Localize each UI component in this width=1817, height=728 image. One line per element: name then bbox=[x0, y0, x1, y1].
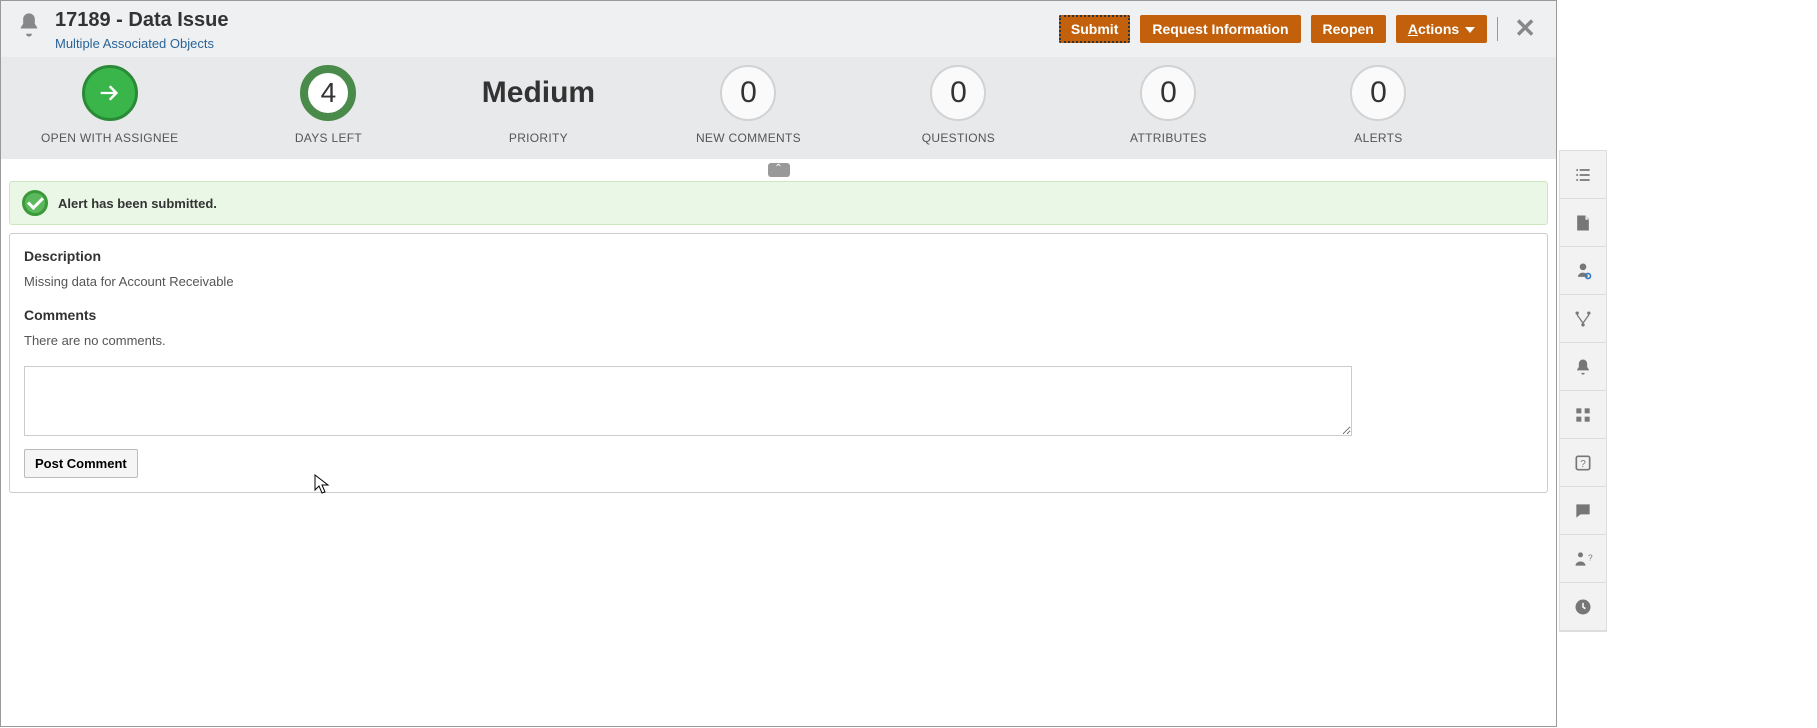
rail-doc-info-icon[interactable] bbox=[1560, 199, 1606, 247]
rail-assign-icon[interactable] bbox=[1560, 247, 1606, 295]
header-actions: Submit Request Information Reopen Action… bbox=[1059, 13, 1542, 44]
right-icon-rail: ? ? bbox=[1559, 150, 1607, 632]
rail-chat-icon[interactable] bbox=[1560, 487, 1606, 535]
caret-down-icon bbox=[1465, 27, 1475, 33]
request-information-button[interactable]: Request Information bbox=[1140, 15, 1300, 43]
rail-grid-icon[interactable] bbox=[1560, 391, 1606, 439]
days-left-value: 4 bbox=[300, 65, 356, 121]
submit-button[interactable]: Submit bbox=[1059, 15, 1130, 43]
rail-list-icon[interactable] bbox=[1560, 151, 1606, 199]
header-left: 17189 - Data Issue Multiple Associated O… bbox=[15, 9, 228, 51]
metric-label: ALERTS bbox=[1318, 131, 1438, 145]
questions-value: 0 bbox=[930, 65, 986, 121]
success-banner: Alert has been submitted. bbox=[9, 181, 1548, 225]
reopen-button[interactable]: Reopen bbox=[1311, 15, 1386, 43]
post-comment-button[interactable]: Post Comment bbox=[24, 449, 138, 478]
metric-priority: Medium PRIORITY bbox=[478, 65, 598, 145]
success-message: Alert has been submitted. bbox=[58, 196, 217, 211]
metric-days-left: 4 DAYS LEFT bbox=[268, 65, 388, 145]
description-text: Missing data for Account Receivable bbox=[24, 274, 1533, 289]
rail-workflow-icon[interactable] bbox=[1560, 295, 1606, 343]
svg-text:?: ? bbox=[1580, 459, 1586, 470]
comments-empty-text: There are no comments. bbox=[24, 333, 1533, 348]
metric-label: ATTRIBUTES bbox=[1108, 131, 1228, 145]
arrow-right-icon bbox=[82, 65, 138, 121]
metric-label: NEW COMMENTS bbox=[688, 131, 808, 145]
svg-text:?: ? bbox=[1588, 552, 1593, 562]
collapse-bar: ⌃ bbox=[1, 159, 1556, 173]
metric-label: QUESTIONS bbox=[898, 131, 1018, 145]
metric-questions: 0 QUESTIONS bbox=[898, 65, 1018, 145]
metric-open-with-assignee: OPEN WITH ASSIGNEE bbox=[41, 65, 178, 145]
close-icon[interactable]: ✕ bbox=[1508, 13, 1542, 44]
new-comments-value: 0 bbox=[720, 65, 776, 121]
metric-label: DAYS LEFT bbox=[268, 131, 388, 145]
description-heading: Description bbox=[24, 248, 1533, 264]
comments-heading: Comments bbox=[24, 307, 1533, 323]
details-panel: Description Missing data for Account Rec… bbox=[9, 233, 1548, 493]
separator bbox=[1497, 17, 1498, 41]
attributes-value: 0 bbox=[1140, 65, 1196, 121]
associated-objects-link[interactable]: Multiple Associated Objects bbox=[55, 36, 228, 51]
alerts-value: 0 bbox=[1350, 65, 1406, 121]
metric-attributes: 0 ATTRIBUTES bbox=[1108, 65, 1228, 145]
rail-clock-icon[interactable] bbox=[1560, 583, 1606, 631]
priority-value: Medium bbox=[478, 65, 598, 121]
page-title: 17189 - Data Issue bbox=[55, 9, 228, 32]
metric-label: PRIORITY bbox=[478, 131, 598, 145]
collapse-up-icon[interactable]: ⌃ bbox=[768, 163, 790, 177]
rail-user-help-icon[interactable]: ? bbox=[1560, 535, 1606, 583]
metrics-row: OPEN WITH ASSIGNEE 4 DAYS LEFT Medium PR… bbox=[1, 57, 1556, 159]
comment-textarea[interactable] bbox=[24, 366, 1352, 436]
header-bar: 17189 - Data Issue Multiple Associated O… bbox=[1, 1, 1556, 57]
bell-icon bbox=[15, 11, 43, 39]
metric-alerts: 0 ALERTS bbox=[1318, 65, 1438, 145]
rail-help-icon[interactable]: ? bbox=[1560, 439, 1606, 487]
actions-dropdown-button[interactable]: Actions bbox=[1396, 15, 1487, 43]
rail-bell-icon[interactable] bbox=[1560, 343, 1606, 391]
check-circle-icon bbox=[22, 190, 48, 216]
metric-label: OPEN WITH ASSIGNEE bbox=[41, 131, 178, 145]
main-window: 17189 - Data Issue Multiple Associated O… bbox=[0, 0, 1557, 727]
title-block: 17189 - Data Issue Multiple Associated O… bbox=[55, 9, 228, 51]
metric-new-comments: 0 NEW COMMENTS bbox=[688, 65, 808, 145]
